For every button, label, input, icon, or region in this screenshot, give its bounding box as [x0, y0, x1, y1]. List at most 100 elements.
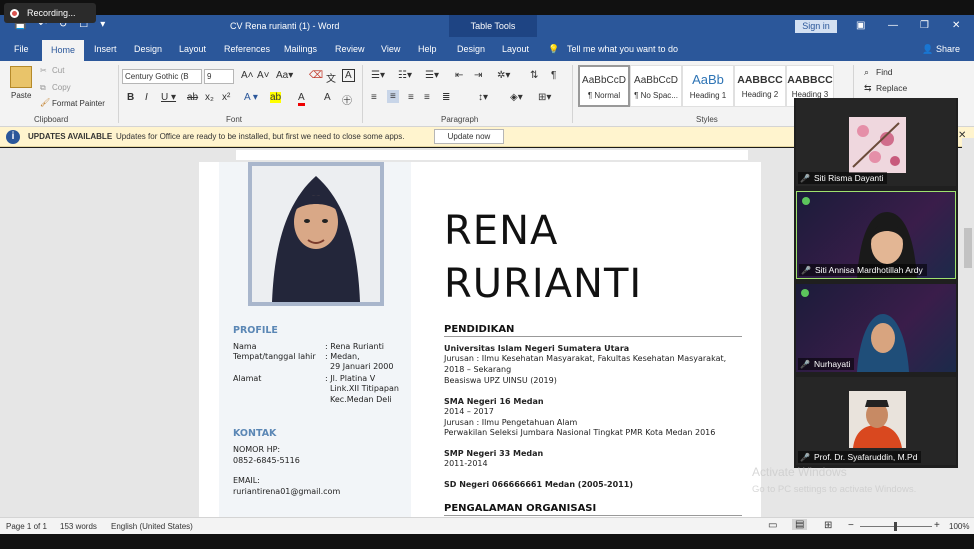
style-heading-1-preview: AaBb — [692, 72, 724, 87]
distributed-icon[interactable]: ≣ — [442, 92, 450, 103]
font-family-select[interactable]: Century Gothic (B — [122, 69, 202, 84]
participant-tile-active[interactable]: 🎤 Siti Annisa Mardhotillah Ardy — [796, 191, 956, 279]
clipboard-group-label: Clipboard — [34, 115, 69, 124]
muted-mic-icon: 🎤 — [801, 266, 811, 275]
tab-review[interactable]: Review — [335, 44, 365, 54]
tab-insert[interactable]: Insert — [94, 44, 117, 54]
multilevel-list-icon[interactable]: ☰▾ — [425, 70, 439, 81]
borders-icon[interactable]: ⊞▾ — [538, 92, 551, 103]
char-border-icon[interactable]: A — [342, 69, 355, 82]
increase-indent-icon[interactable]: ⇥ — [474, 70, 482, 81]
shrink-font-icon[interactable]: A˅ — [257, 70, 270, 81]
replace-button[interactable]: Replace — [876, 83, 907, 93]
zoom-out-icon[interactable]: − — [848, 520, 854, 531]
read-mode-icon[interactable]: ▭ — [768, 520, 777, 531]
tab-view[interactable]: View — [381, 44, 400, 54]
replace-icon[interactable]: ⇆ — [864, 83, 872, 94]
subscript-icon[interactable]: x₂ — [205, 92, 214, 103]
minimize-icon[interactable]: — — [888, 20, 898, 31]
tab-design[interactable]: Design — [134, 44, 162, 54]
recording-indicator[interactable]: Recording... — [4, 3, 96, 23]
style-normal[interactable]: AaBbCcD ¶ Normal — [578, 65, 630, 107]
first-name: RENA — [444, 208, 559, 254]
bullets-icon[interactable]: ☰▾ — [371, 70, 385, 81]
page-count[interactable]: Page 1 of 1 — [6, 522, 47, 531]
restore-icon[interactable]: ❐ — [920, 20, 929, 31]
cut-button[interactable]: Cut — [52, 66, 64, 75]
line-spacing-icon[interactable]: ↕▾ — [478, 92, 488, 103]
shading-icon[interactable]: A — [324, 92, 331, 103]
tab-help[interactable]: Help — [418, 44, 437, 54]
scroll-thumb[interactable] — [964, 228, 972, 268]
find-button[interactable]: Find — [876, 67, 893, 77]
copy-button[interactable]: Copy — [52, 83, 71, 92]
customize-qat-icon[interactable]: ▾ — [100, 19, 105, 30]
vertical-ruler[interactable] — [0, 162, 16, 517]
change-case-icon[interactable]: Aa▾ — [276, 70, 293, 81]
zoom-slider-thumb[interactable] — [894, 522, 897, 531]
text-effects-icon[interactable]: A ▾ — [244, 92, 258, 103]
alamat-value-3: Kec.Medan Deli — [330, 395, 392, 404]
align-right-icon[interactable]: ≡ — [408, 92, 414, 103]
tab-table-design[interactable]: Design — [457, 44, 485, 54]
paste-button[interactable]: Paste — [11, 91, 31, 100]
phonetic-icon[interactable]: 文 — [326, 70, 336, 85]
participant-tile[interactable]: 🎤 Nurhayati — [796, 284, 956, 372]
vertical-scrollbar[interactable] — [962, 138, 974, 517]
ribbon-display-icon[interactable]: ▣ — [856, 20, 865, 31]
decrease-indent-icon[interactable]: ⇤ — [455, 70, 463, 81]
font-size-select[interactable]: 9 — [204, 69, 234, 84]
grow-font-icon[interactable]: A˄ — [241, 70, 254, 81]
record-icon — [10, 8, 19, 18]
italic-icon[interactable]: I — [145, 92, 148, 103]
style-no-spacing[interactable]: AaBbCcD ¶ No Spac... — [630, 65, 682, 107]
paragraph-shading-icon[interactable]: ◈▾ — [510, 92, 523, 103]
show-marks-icon[interactable]: ¶ — [551, 70, 556, 81]
video-on-icon — [802, 197, 810, 205]
sort-icon[interactable]: ⇅ — [530, 70, 538, 81]
tell-me-search[interactable]: Tell me what you want to do — [567, 44, 678, 54]
underline-icon[interactable]: U ▾ — [161, 92, 176, 103]
style-heading-2[interactable]: AABBCC Heading 2 — [734, 65, 786, 107]
tab-references[interactable]: References — [224, 44, 270, 54]
web-layout-icon[interactable]: ⊞ — [824, 520, 832, 531]
document-page[interactable]: PROFILE Nama : Rena Rurianti Tempat/tang… — [199, 162, 761, 517]
bold-icon[interactable]: B — [127, 92, 134, 103]
word-count[interactable]: 153 words — [60, 522, 97, 531]
participant-tile[interactable]: 🎤 Prof. Dr. Syafaruddin, M.Pd — [796, 377, 956, 465]
profile-photo[interactable] — [248, 162, 384, 306]
paste-icon[interactable] — [10, 66, 32, 88]
share-icon[interactable]: 👤 — [922, 44, 933, 55]
align-left-icon[interactable]: ≡ — [371, 92, 377, 103]
numbering-icon[interactable]: ☷▾ — [398, 70, 412, 81]
close-icon[interactable]: ✕ — [952, 20, 960, 31]
format-painter-button[interactable]: Format Painter — [52, 99, 105, 108]
tab-mailings[interactable]: Mailings — [284, 44, 317, 54]
enclose-char-icon[interactable]: ㊉ — [342, 92, 352, 107]
update-now-button[interactable]: Update now — [434, 129, 504, 144]
find-icon[interactable]: ⌕ — [864, 67, 869, 78]
zoom-level[interactable]: 100% — [949, 522, 969, 531]
asian-layout-icon[interactable]: ✲▾ — [497, 70, 510, 81]
print-layout-icon[interactable]: ▤ — [792, 519, 808, 530]
font-color-icon[interactable]: A — [298, 92, 305, 106]
tab-layout[interactable]: Layout — [179, 44, 206, 54]
zoom-in-icon[interactable]: + — [934, 520, 940, 531]
align-center-icon[interactable]: ≡ — [387, 90, 399, 103]
tab-table-layout[interactable]: Layout — [502, 44, 529, 54]
strikethrough-icon[interactable]: ab — [187, 92, 198, 103]
sma-line-1: 2014 – 2017 — [444, 407, 494, 416]
participant-tile[interactable]: 🎤 Siti Risma Dayanti — [796, 98, 956, 186]
justify-icon[interactable]: ≡ — [424, 92, 430, 103]
superscript-icon[interactable]: x² — [222, 92, 230, 103]
sign-in-button[interactable]: Sign in — [795, 20, 837, 33]
tab-file[interactable]: File — [14, 44, 29, 54]
share-button[interactable]: Share — [936, 44, 960, 54]
ttl-value-2: 29 Januari 2000 — [330, 362, 394, 371]
clear-format-icon[interactable]: ⌫ — [309, 70, 323, 81]
style-heading-1[interactable]: AaBb Heading 1 — [682, 65, 734, 107]
style-normal-label: ¶ Normal — [587, 91, 621, 100]
tab-home[interactable]: Home — [42, 40, 84, 61]
highlight-icon[interactable]: ab — [270, 92, 282, 103]
language-status[interactable]: English (United States) — [111, 522, 193, 531]
